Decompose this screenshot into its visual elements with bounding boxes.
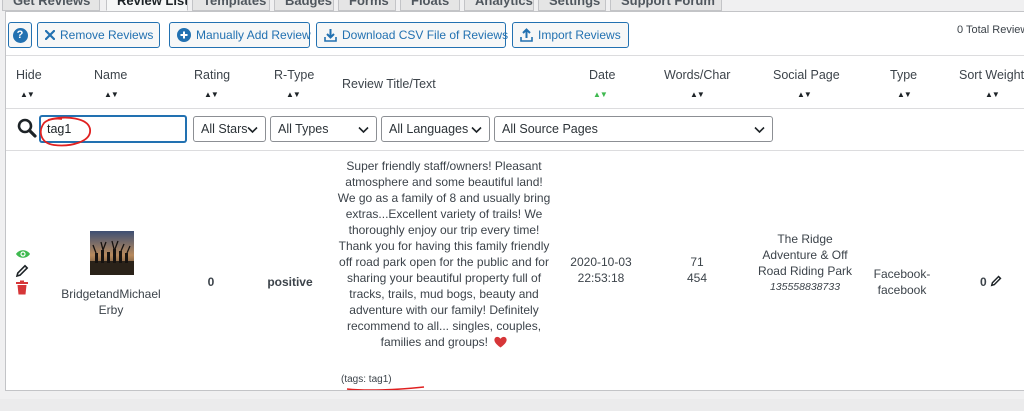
types-select-value: All Types	[278, 122, 329, 136]
search-input[interactable]	[40, 116, 186, 142]
review-date-time: 22:53:18	[577, 271, 625, 285]
trash-icon[interactable]	[15, 280, 31, 296]
social-page-name[interactable]: The Ridge Adventure & Off Road Riding Pa…	[752, 231, 858, 279]
review-tags: (tags: tag1)	[341, 374, 392, 385]
tab-forms[interactable]: Forms	[338, 0, 396, 11]
pencil-icon[interactable]	[990, 275, 1002, 291]
download-csv-button[interactable]: Download CSV File of Reviews	[316, 22, 509, 48]
source-pages-select-value: All Source Pages	[502, 122, 598, 136]
review-date: 2020-10-03 22:53:18	[559, 254, 643, 286]
import-reviews-label: Import Reviews	[538, 28, 621, 42]
column-header-social[interactable]: Social Page	[773, 68, 840, 82]
review-list-panel: ? Remove Reviews Manually Add Review Dow…	[5, 11, 1024, 391]
upload-icon	[520, 28, 533, 42]
source-pages-select[interactable]: All Source Pages	[494, 116, 773, 142]
row-actions	[15, 248, 31, 296]
remove-reviews-button[interactable]: Remove Reviews	[37, 22, 160, 48]
sort-arrow-sort-weight[interactable]: ▲▼	[985, 90, 1000, 99]
chevron-down-icon	[358, 123, 369, 137]
review-social-page[interactable]: The Ridge Adventure & Off Road Riding Pa…	[752, 231, 858, 295]
download-icon	[324, 28, 337, 42]
sort-arrow-social[interactable]: ▲▼	[797, 90, 812, 99]
tab-settings[interactable]: Settings	[538, 0, 606, 11]
search-icon	[17, 118, 37, 141]
sort-arrow-date[interactable]: ▲▼	[593, 90, 608, 99]
review-date-day: 2020-10-03	[570, 255, 632, 269]
review-chars: 454	[686, 271, 708, 285]
pencil-icon[interactable]	[15, 264, 31, 280]
review-type: Facebook-facebook	[873, 267, 931, 297]
sort-arrow-hide[interactable]: ▲▼	[20, 90, 35, 99]
column-header-review: Review Title/Text	[342, 77, 436, 91]
column-header-hide[interactable]: Hide	[16, 68, 42, 82]
chevron-down-icon	[471, 123, 482, 137]
languages-select[interactable]: All Languages	[381, 116, 490, 142]
tab-get-reviews[interactable]: Get Reviews	[2, 0, 100, 11]
avatar	[90, 231, 134, 275]
page-footer-strip	[0, 399, 1024, 411]
sort-arrow-name[interactable]: ▲▼	[104, 90, 119, 99]
help-icon: ?	[12, 27, 28, 43]
toolbar: ? Remove Reviews Manually Add Review Dow…	[6, 22, 1024, 50]
header-divider	[6, 108, 1024, 109]
column-header-words[interactable]: Words/Char	[664, 68, 730, 82]
column-header-type[interactable]: Type	[890, 68, 917, 82]
sort-arrow-words[interactable]: ▲▼	[690, 90, 705, 99]
review-rating: 0	[207, 275, 215, 289]
tab-support-forum[interactable]: Support Forum	[610, 0, 722, 11]
review-words: 71	[690, 255, 704, 269]
column-header-rating[interactable]: Rating	[194, 68, 230, 82]
column-header-sort-weight[interactable]: Sort Weight	[959, 68, 1024, 82]
column-header-name[interactable]: Name	[94, 68, 127, 82]
stars-select-value: All Stars	[201, 122, 248, 136]
stars-select[interactable]: All Stars	[193, 116, 266, 142]
review-sort-weight[interactable]: 0	[974, 274, 1008, 291]
total-reviews-count: 0 Total Reviews	[957, 24, 1024, 36]
tab-badges[interactable]: Badges	[274, 0, 334, 11]
types-select[interactable]: All Types	[270, 116, 377, 142]
column-header-rtype[interactable]: R-Type	[274, 68, 314, 82]
import-reviews-button[interactable]: Import Reviews	[512, 22, 629, 48]
close-icon	[45, 30, 55, 40]
sort-arrow-type[interactable]: ▲▼	[897, 90, 912, 99]
sort-arrow-rating[interactable]: ▲▼	[204, 90, 219, 99]
help-button[interactable]: ?	[8, 22, 32, 48]
tab-floats[interactable]: Floats	[400, 0, 460, 11]
tab-analytics[interactable]: Analytics	[464, 0, 534, 11]
sort-arrow-rtype[interactable]: ▲▼	[286, 90, 301, 99]
manually-add-review-button[interactable]: Manually Add Review	[169, 22, 311, 48]
languages-select-value: All Languages	[389, 122, 469, 136]
toolbar-divider	[6, 55, 1024, 56]
social-page-id: 135558838733	[769, 281, 841, 293]
download-csv-label: Download CSV File of Reviews	[342, 28, 509, 42]
filter-divider	[6, 150, 1024, 151]
reviewer-name: BridgetandMichael Erby	[61, 287, 161, 317]
tab-templates[interactable]: Templates	[192, 0, 270, 11]
column-header-date[interactable]: Date	[589, 68, 615, 82]
chevron-down-icon	[247, 123, 258, 137]
remove-reviews-label: Remove Reviews	[60, 28, 154, 42]
plus-circle-icon	[177, 28, 191, 42]
review-text: Super friendly staff/owners! Pleasant at…	[337, 158, 551, 352]
tab-review-list[interactable]: Review List	[106, 0, 188, 11]
manually-add-review-label: Manually Add Review	[196, 28, 311, 42]
review-rtype: positive	[267, 275, 313, 289]
annotation-underline	[346, 386, 425, 390]
chevron-down-icon	[754, 123, 765, 137]
heart-icon	[494, 336, 507, 352]
review-text-body: Super friendly staff/owners! Pleasant at…	[337, 159, 551, 349]
sort-weight-value: 0	[979, 275, 987, 289]
eye-icon[interactable]	[15, 248, 31, 264]
review-word-count: 71 454	[664, 254, 730, 286]
